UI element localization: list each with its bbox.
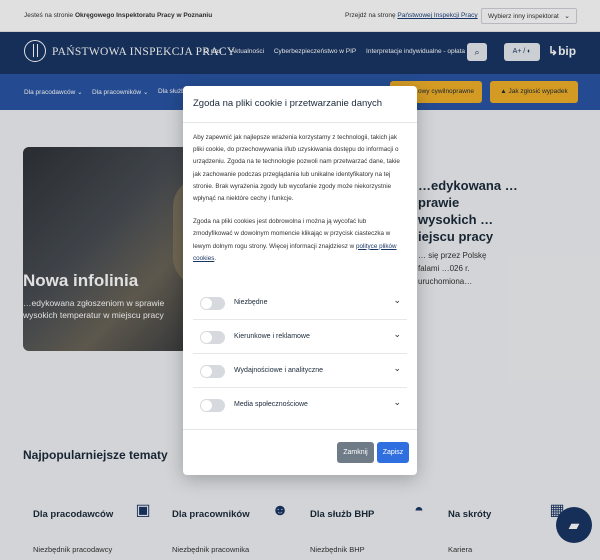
modal-title: Zgoda na pliki cookie i przetwarzanie da… xyxy=(193,98,383,109)
consent-row-social[interactable]: Media społecznościowe ⌄ xyxy=(193,389,407,422)
cookie-consent-modal: Zgoda na pliki cookie i przetwarzanie da… xyxy=(183,86,417,475)
consent-label: Wydajnościowe i analityczne xyxy=(234,367,324,374)
consent-row-necessary[interactable]: Niezbędne ⌄ xyxy=(193,287,407,320)
toggle-social[interactable] xyxy=(200,399,225,412)
chevron-down-icon[interactable]: ⌄ xyxy=(393,363,401,374)
consent-paragraph-2: Zgoda na pliki cookies jest dobrowolna i… xyxy=(193,216,407,265)
toggle-analytics[interactable] xyxy=(200,365,225,378)
consent-label: Media społecznościowe xyxy=(234,401,308,408)
close-button[interactable]: Zamknij xyxy=(337,442,374,463)
chevron-down-icon[interactable]: ⌄ xyxy=(393,329,401,340)
consent-label: Kierunkowe i reklamowe xyxy=(234,333,310,340)
consent-row-marketing[interactable]: Kierunkowe i reklamowe ⌄ xyxy=(193,321,407,354)
chevron-down-icon[interactable]: ⌄ xyxy=(393,397,401,408)
consent-row-analytics[interactable]: Wydajnościowe i analityczne ⌄ xyxy=(193,355,407,388)
modal-body: Aby zapewnić jak najlepsze wrażenia korz… xyxy=(193,132,407,276)
chevron-down-icon[interactable]: ⌄ xyxy=(393,295,401,306)
toggle-marketing[interactable] xyxy=(200,331,225,344)
save-button[interactable]: Zapisz xyxy=(377,442,409,463)
divider xyxy=(183,429,417,430)
toggle-necessary[interactable] xyxy=(200,297,225,310)
consent-paragraph: Aby zapewnić jak najlepsze wrażenia korz… xyxy=(193,134,400,203)
consent-text-end: . xyxy=(214,254,217,262)
consent-label: Niezbędne xyxy=(234,299,268,306)
divider xyxy=(183,122,417,123)
